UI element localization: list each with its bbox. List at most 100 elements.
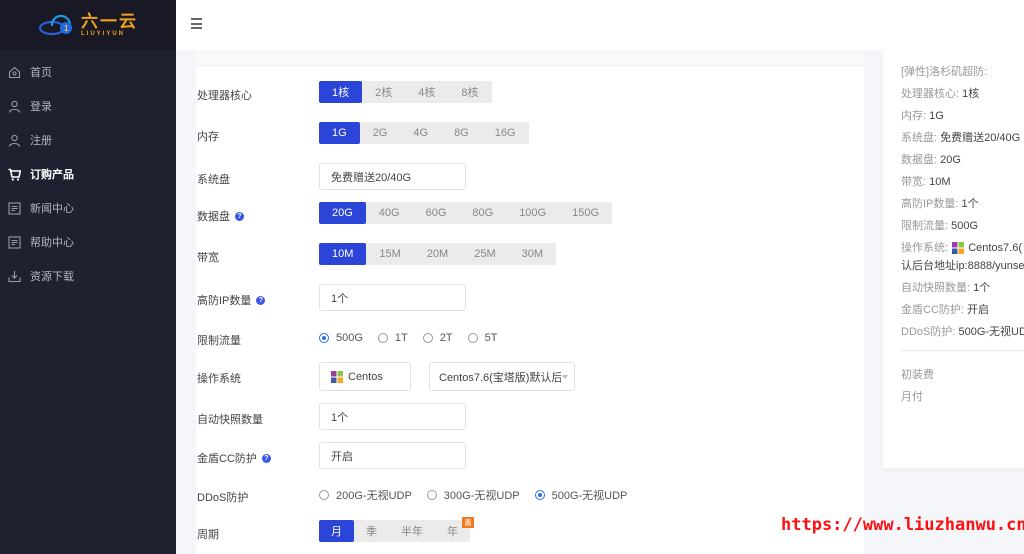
bandwidth-option[interactable]: 30M xyxy=(509,243,556,265)
sidebar-item-order-products[interactable]: 订购产品 xyxy=(0,157,176,191)
summary-value: 1G xyxy=(929,110,944,122)
sidebar-item-register[interactable]: 注册 xyxy=(0,123,176,157)
segmented-control: 月 季 半年 年 惠 xyxy=(319,517,474,542)
bandwidth-option[interactable]: 20M xyxy=(414,243,461,265)
sidebar-item-help[interactable]: 帮助中心 xyxy=(0,225,176,259)
system-disk-row: 系统盘 免费赠送20/40G xyxy=(196,163,864,190)
system-disk-control: 免费赠送20/40G xyxy=(319,163,466,190)
cycle-option[interactable]: 季 xyxy=(354,520,389,542)
help-icon[interactable]: ? xyxy=(235,211,244,221)
cpu-option[interactable]: 8核 xyxy=(448,81,491,103)
radio-label: 200G-无视UDP xyxy=(336,490,412,502)
summary-line: 内存: 1G xyxy=(901,107,944,123)
memory-option[interactable]: 2G xyxy=(360,122,401,144)
radio-button[interactable] xyxy=(534,490,545,500)
memory-option[interactable]: 16G xyxy=(482,122,529,144)
segmented-control: 1核 2核 4核 8核 xyxy=(319,81,492,103)
traffic-radio[interactable]: 5T xyxy=(467,332,497,344)
radio-button[interactable] xyxy=(377,333,388,343)
document-icon xyxy=(7,201,21,215)
traffic-label: 限制流量 xyxy=(197,335,241,347)
bandwidth-option[interactable]: 25M xyxy=(461,243,508,265)
ddos-radio[interactable]: 300G-无视UDP xyxy=(426,487,520,503)
data-disk-option[interactable]: 80G xyxy=(459,202,506,224)
summary-value: 1个 xyxy=(973,282,991,294)
bandwidth-option[interactable]: 10M xyxy=(319,243,367,265)
memory-option[interactable]: 4G xyxy=(400,122,441,144)
cpu-label: 处理器核心 xyxy=(197,90,252,102)
data-disk-selector: 20G 40G 60G 80G 100G 150G xyxy=(319,202,613,224)
cart-icon xyxy=(7,167,21,181)
cpu-option[interactable]: 1核 xyxy=(319,81,363,103)
sidebar-item-downloads[interactable]: 资源下载 xyxy=(0,259,176,293)
data-disk-option[interactable]: 60G xyxy=(413,202,460,224)
data-disk-option[interactable]: 150G xyxy=(559,202,612,224)
ip-count-label: 高防IP数量 ? xyxy=(196,292,316,308)
summary-value: 开启 xyxy=(967,304,989,316)
summary-key: 处理器核心: xyxy=(901,88,963,100)
cycle-option[interactable]: 月 xyxy=(319,520,354,542)
memory-selector: 1G 2G 4G 8G 16G xyxy=(319,122,529,144)
cpu-option[interactable]: 2核 xyxy=(362,81,405,103)
summary-line: 处理器核心: 1核 xyxy=(901,85,979,101)
os-version-select[interactable]: Centos7.6(宝塔版)默认后台 xyxy=(429,362,575,391)
os-family-value: Centos xyxy=(348,370,383,383)
summary-os-line2: 认后台地址ip:8888/yunse xyxy=(901,257,1024,273)
chevron-down-icon xyxy=(562,375,568,379)
cpu-option[interactable]: 4核 xyxy=(405,81,448,103)
ip-count-row: 高防IP数量 ? 1个 xyxy=(196,284,864,311)
logo-bar: 1 六一云 LIUYIYUN xyxy=(0,0,176,50)
data-disk-option[interactable]: 20G xyxy=(319,202,366,224)
download-icon xyxy=(7,269,21,283)
cpu-selector: 1核 2核 4核 8核 xyxy=(319,81,492,103)
summary-line: 高防IP数量: 1个 xyxy=(901,195,979,211)
snapshot-field[interactable]: 1个 xyxy=(319,403,466,430)
cloud-logo-icon: 1 xyxy=(38,14,72,36)
radio-button[interactable] xyxy=(426,490,437,500)
ip-count-label-text: 高防IP数量 xyxy=(197,295,252,307)
sidebar-item-home[interactable]: 首页 xyxy=(0,55,176,89)
memory-option[interactable]: 1G xyxy=(319,122,360,144)
snapshot-row: 自动快照数量 1个 xyxy=(196,403,864,430)
radio-button[interactable] xyxy=(319,490,329,500)
bandwidth-option[interactable]: 15M xyxy=(366,243,413,265)
sidebar-item-login[interactable]: 登录 xyxy=(0,89,176,123)
radio-button[interactable] xyxy=(467,333,478,343)
cc-field[interactable]: 开启 xyxy=(319,442,466,469)
os-family-select[interactable]: Centos xyxy=(319,362,411,391)
ddos-label: DDoS防护 xyxy=(197,492,249,504)
system-disk-field[interactable]: 免费赠送20/40G xyxy=(319,163,466,190)
cc-control: 开启 xyxy=(319,442,466,469)
ip-count-field[interactable]: 1个 xyxy=(319,284,466,311)
data-disk-option[interactable]: 100G xyxy=(506,202,559,224)
sidebar-item-label: 首页 xyxy=(30,67,52,79)
home-icon xyxy=(7,65,21,79)
radio-button[interactable] xyxy=(319,333,329,343)
data-disk-option[interactable]: 40G xyxy=(366,202,413,224)
os-row: 操作系统 Centos Centos7.6(宝塔版)默认后台 xyxy=(196,362,864,391)
order-summary: [弹性]洛杉矶超防: 处理器核心: 1核 内存: 1G 系统盘: 免费赠送20/… xyxy=(883,50,1024,468)
radio-label: 300G-无视UDP xyxy=(443,490,520,502)
summary-value: 10M xyxy=(929,176,951,188)
logo[interactable]: 1 六一云 LIUYIYUN xyxy=(38,13,138,37)
help-icon[interactable]: ? xyxy=(261,453,271,463)
summary-key: 自动快照数量: xyxy=(901,282,974,294)
summary-key: 高防IP数量: xyxy=(901,198,962,210)
radio-button[interactable] xyxy=(422,333,433,343)
hamburger-icon[interactable] xyxy=(191,18,202,29)
summary-value: 500G xyxy=(951,220,979,232)
traffic-radio[interactable]: 500G xyxy=(319,332,363,344)
svg-text:1: 1 xyxy=(64,24,69,33)
ddos-radio[interactable]: 500G-无视UDP xyxy=(534,487,627,503)
cycle-option[interactable]: 半年 xyxy=(389,520,435,542)
help-icon[interactable]: ? xyxy=(256,295,266,305)
traffic-radio[interactable]: 2T xyxy=(422,332,453,344)
traffic-radio[interactable]: 1T xyxy=(377,332,408,344)
ddos-radio[interactable]: 200G-无视UDP xyxy=(319,487,412,503)
sidebar-item-news[interactable]: 新闻中心 xyxy=(0,191,176,225)
summary-key: 带宽: xyxy=(901,176,930,188)
summary-key: DDoS防护: xyxy=(901,326,959,338)
memory-option[interactable]: 8G xyxy=(441,122,482,144)
cycle-option[interactable]: 年 惠 xyxy=(435,517,474,542)
traffic-radio-group: 500G 1T 2T 5T xyxy=(319,332,512,344)
